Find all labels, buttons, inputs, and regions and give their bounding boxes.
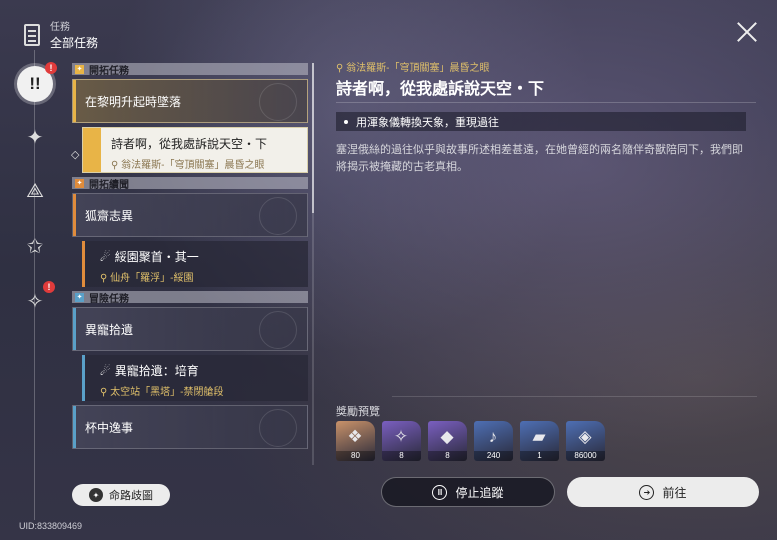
quest-card[interactable]: 杯中逸事 [72,405,308,449]
emblem-icon [259,197,297,235]
adventure-section-icon: ✦ [75,292,84,302]
reward-count: 8 [382,451,421,461]
subquest-title: 詩者啊，從我處訴說天空・下 [111,137,268,151]
go-button[interactable]: ➔ 前往 [567,477,759,507]
quest-log-icon [24,23,40,46]
trailblaze-section-icon: ✦ [75,64,84,74]
rewards-row: ❖ 80 ✧ 8 ◆ 8 ♪ 240 ▰ 1 ◈ 86000 [336,421,605,461]
emblem-icon [259,409,297,447]
rewards-label: 獎勵預覽 [336,406,380,418]
quest-title: 在黎明升起時墜落 [85,94,182,109]
pause-icon: II [432,484,448,500]
quest-title: 異寵拾遺 [85,322,134,337]
quest-stripe [73,194,76,236]
book-material-icon: ▰ [532,427,546,446]
path-map-label: 命路歧圖 [109,490,153,502]
subquest-selected[interactable]: 詩者啊，從我處訴說天空・下 ⚲ 翁法羅斯-「穹頂關塞」晨昏之眼 [82,127,308,173]
page-header: 任務 全部任務 [24,18,98,51]
quest-card[interactable]: 異寵拾遺 [72,307,308,351]
emblem-icon [259,83,297,121]
notification-badge: ! [43,281,55,293]
detail-location: ⚲ 翁法羅斯-「穹頂關塞」晨昏之眼 [336,63,490,74]
rail-tab-adventure[interactable]: ✩ [19,230,51,262]
bullet-icon [344,119,348,124]
stop-tracking-label: 停止追蹤 [455,485,504,500]
rail-tab-all[interactable]: !! ! [17,62,57,102]
dialogue-icon: ☄ [100,249,111,264]
quest-title: 狐齋志異 [85,208,134,223]
reward-item[interactable]: ◆ 8 [428,421,467,461]
subquest-location: ⚲ 仙舟「羅浮」-綏園 [100,273,194,284]
detail-description: 塞涅俄絲的過往似乎與故事所述相差甚遠，在她曾經的兩名隨伴奇獸陪同下，我們即將揭示… [336,144,743,173]
daily-icon: ✧ [26,290,44,313]
reward-item[interactable]: ❖ 80 [336,421,375,461]
subquest-location: ⚲ 太空站「黑塔」-禁閉艙段 [100,387,224,398]
notification-badge: ! [45,62,57,74]
close-icon[interactable] [737,22,757,42]
reward-item[interactable]: ◈ 86000 [566,421,605,461]
quest-list[interactable]: ✦ 開拓任務 在黎明升起時墜落 詩者啊，從我處訴說天空・下 ⚲ 翁法羅斯-「穹頂… [72,63,308,465]
selection-pointer-icon: ◇ [71,149,80,161]
header-category: 任務 [50,22,70,33]
rail-tab-trailblaze[interactable]: ✦ [19,121,51,153]
reward-count: 80 [336,451,375,461]
map-icon: ✦ [89,488,103,502]
all-quests-icon: !! [29,74,41,93]
quest-stripe [82,355,85,401]
navigate-icon: ➔ [639,484,655,500]
reward-item[interactable]: ✧ 8 [382,421,421,461]
section-header-continuance: ✦ 開拓續聞 [72,177,308,191]
objective-text: 用渾象儀轉換天象，重現過往 [356,116,499,129]
quest-title: 杯中逸事 [85,420,134,435]
subquest-location: ⚲ 翁法羅斯-「穹頂關塞」晨昏之眼 [111,160,265,171]
subquest-item[interactable]: ☄ 異寵拾遺：培育 ⚲ 太空站「黑塔」-禁閉艙段 [82,355,308,401]
uid-label: UID:833809469 [19,521,83,531]
reward-count: 86000 [566,451,605,461]
continuance-section-icon: ✦ [75,178,84,188]
reward-count: 1 [520,451,559,461]
trailblaze-icon: ✦ [26,126,44,149]
path-map-button[interactable]: ✦ 命路歧圖 [72,484,170,506]
stop-tracking-button[interactable]: II 停止追蹤 [381,477,555,507]
objective-row: 用渾象儀轉換天象，重現過往 [336,112,746,131]
page-title: 全部任務 [50,36,99,50]
section-header-trailblaze: ✦ 開拓任務 [72,63,308,77]
divider [336,102,756,103]
emblem-icon [259,311,297,349]
quest-card[interactable]: 在黎明升起時墜落 [72,79,308,123]
reward-count: 240 [474,451,513,461]
dialogue-icon: ☄ [100,363,111,378]
subquest-title: 綏園聚首・其一 [114,250,199,264]
reward-count: 8 [428,451,467,461]
quest-stripe [73,308,76,350]
subquest-item[interactable]: ☄ 綏園聚首・其一 ⚲ 仙舟「羅浮」-綏園 [82,241,308,287]
refined-aether-icon: ◆ [440,427,454,446]
traveler-guide-icon: ✧ [393,427,409,446]
reward-item[interactable]: ♪ 240 [474,421,513,461]
adventure-icon: ✩ [26,235,44,258]
quest-stripe [73,406,76,448]
rail-tab-daily[interactable]: ✧ ! [19,281,55,317]
go-label: 前往 [662,485,687,500]
quest-stripe [73,80,76,122]
stellar-jade-icon: ❖ [347,427,363,446]
quest-stripe [82,241,85,287]
divider [392,396,757,397]
guitar-material-icon: ♪ [488,427,498,446]
section-header-adventure: ✦ 冒險任務 [72,291,308,305]
rail-tab-companion[interactable]: ⟁ [19,175,51,207]
quest-card[interactable]: 狐齋志異 [72,193,308,237]
reward-item[interactable]: ▰ 1 [520,421,559,461]
scrollbar-thumb[interactable] [312,63,314,213]
credit-icon: ◈ [578,427,592,446]
detail-title: 詩者啊，從我處訴說天空・下 [336,81,545,98]
companion-icon: ⟁ [26,179,44,202]
subquest-title: 異寵拾遺：培育 [114,364,199,378]
tracking-marker-icon [83,128,101,172]
